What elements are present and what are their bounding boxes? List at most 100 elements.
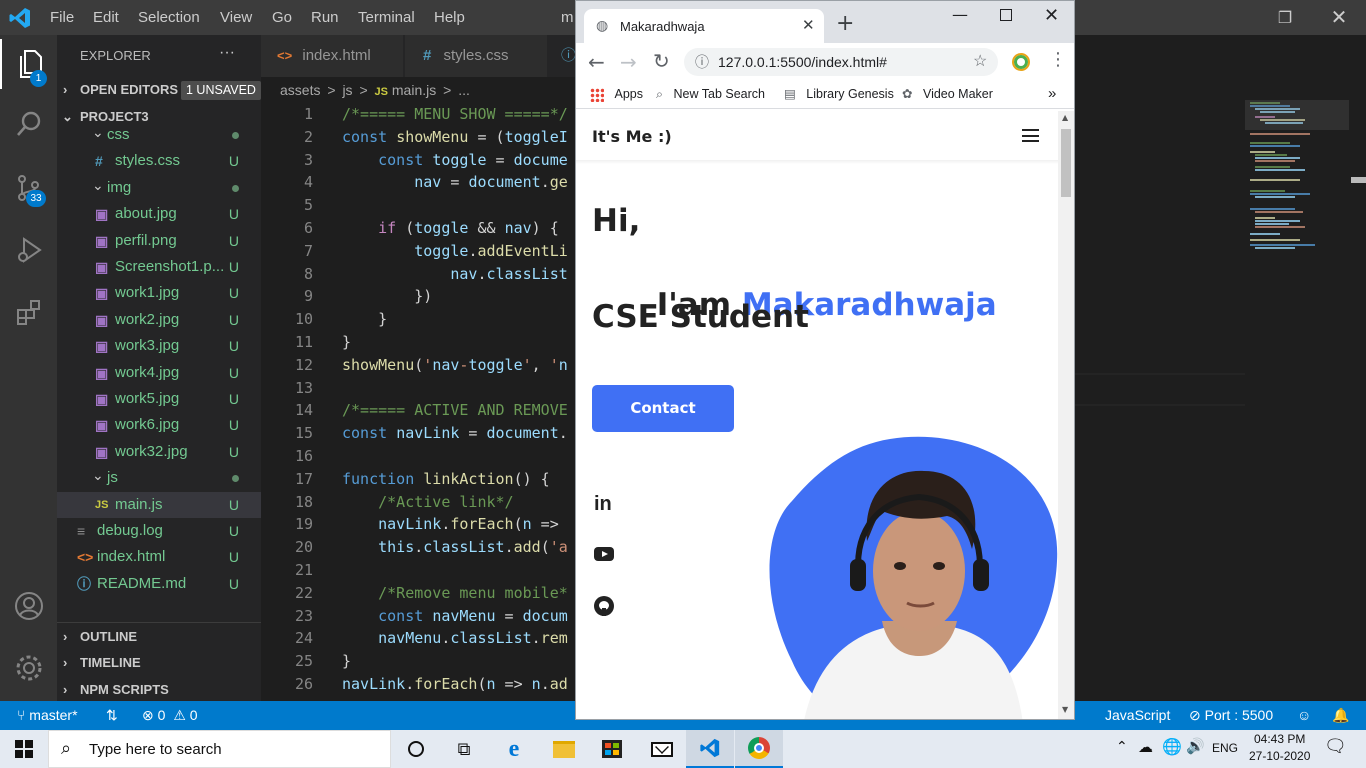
file-item[interactable]: # styles.css U bbox=[57, 148, 261, 174]
tab-styles-css[interactable]: # styles.css bbox=[405, 35, 547, 77]
bookmark-apps[interactable]: Apps bbox=[590, 81, 643, 109]
back-button[interactable]: ← bbox=[588, 50, 605, 74]
file-item[interactable]: ▣ work1.jpg U bbox=[57, 280, 261, 306]
cortana-icon[interactable] bbox=[392, 730, 440, 768]
code-line[interactable]: navLink.forEach(n => bbox=[342, 513, 559, 536]
file-item[interactable]: ▣ Screenshot1.p... U bbox=[57, 254, 261, 280]
menu-go[interactable]: Go bbox=[272, 0, 292, 35]
language-indicator[interactable]: ENG bbox=[1212, 741, 1238, 755]
problems-status[interactable]: ⊗ 0 ⚠ 0 bbox=[142, 701, 198, 730]
menu-selection[interactable]: Selection bbox=[138, 0, 200, 35]
code-line[interactable]: /*Remove menu mobile* bbox=[342, 582, 568, 605]
menu-view[interactable]: View bbox=[220, 0, 252, 35]
tab-index-html[interactable]: <> index.html bbox=[261, 35, 403, 77]
code-line[interactable]: /*===== MENU SHOW =====*/ bbox=[342, 103, 568, 126]
folder-item[interactable]: ⌄ css bbox=[57, 122, 261, 148]
folder-item[interactable]: ⌄ js bbox=[57, 465, 261, 491]
star-icon[interactable]: ☆ bbox=[973, 48, 987, 76]
volume-icon[interactable]: 🔊 bbox=[1186, 737, 1205, 755]
chrome-taskbar-icon[interactable] bbox=[735, 730, 783, 768]
menu-help[interactable]: Help bbox=[434, 0, 465, 35]
bookmark-new-tab-search[interactable]: ⌕ New Tab Search bbox=[656, 81, 765, 109]
file-item[interactable]: JS main.js U bbox=[57, 491, 261, 518]
task-view-icon[interactable]: ⧉ bbox=[440, 730, 488, 768]
network-icon[interactable]: 🌐 bbox=[1162, 737, 1182, 756]
forward-button[interactable]: → bbox=[620, 50, 637, 74]
file-explorer-icon[interactable] bbox=[540, 730, 588, 768]
clock-date[interactable]: 27-10-2020 bbox=[1249, 749, 1310, 763]
breadcrumb-more[interactable]: ... bbox=[458, 82, 470, 98]
menu-run[interactable]: Run bbox=[311, 0, 339, 35]
new-tab-button[interactable]: + bbox=[836, 13, 854, 35]
extensions-activity[interactable] bbox=[0, 287, 57, 337]
file-item[interactable]: ▣ about.jpg U bbox=[57, 201, 261, 227]
code-line[interactable]: nav = document.ge bbox=[342, 171, 568, 194]
github-icon[interactable] bbox=[594, 596, 614, 616]
vscode-taskbar-icon[interactable] bbox=[686, 730, 734, 768]
code-line[interactable]: showMenu('nav-toggle', 'n bbox=[342, 354, 568, 377]
sync-icon[interactable]: ⇅ bbox=[106, 701, 118, 730]
contact-button[interactable]: Contact bbox=[592, 385, 734, 432]
reload-button[interactable]: ↻ bbox=[653, 49, 670, 73]
youtube-icon[interactable] bbox=[594, 547, 614, 561]
restore-button[interactable]: ❐ bbox=[1262, 0, 1308, 35]
code-line[interactable]: navLink.forEach(n => n.ad bbox=[342, 673, 568, 696]
address-bar[interactable]: ⓘ 127.0.0.1:5500/index.html# ☆ bbox=[684, 48, 998, 76]
file-item[interactable]: ▣ work4.jpg U bbox=[57, 360, 261, 386]
explorer-activity[interactable]: 1 bbox=[0, 39, 57, 89]
code-line[interactable]: if (toggle && nav) { bbox=[342, 217, 559, 240]
store-icon[interactable] bbox=[588, 730, 636, 768]
file-item[interactable]: ▣ work6.jpg U bbox=[57, 412, 261, 438]
close-browser-button[interactable]: ✕ bbox=[1044, 5, 1059, 26]
minimap[interactable] bbox=[1075, 35, 1366, 701]
notifications-icon[interactable]: 🔔 bbox=[1332, 701, 1349, 730]
code-line[interactable]: function linkAction() { bbox=[342, 468, 550, 491]
file-item[interactable]: ▣ work5.jpg U bbox=[57, 386, 261, 412]
show-hidden-icons[interactable]: ⌃ bbox=[1116, 739, 1128, 755]
run-activity[interactable] bbox=[0, 225, 57, 275]
close-window-button[interactable]: ✕ bbox=[1316, 0, 1362, 35]
file-item[interactable]: ▣ work2.jpg U bbox=[57, 307, 261, 333]
manage-activity[interactable] bbox=[0, 643, 57, 693]
folder-item[interactable]: ⌄ img bbox=[57, 175, 261, 201]
breadcrumb-assets[interactable]: assets bbox=[280, 82, 320, 98]
taskbar-search[interactable]: ⌕ Type here to search bbox=[48, 730, 391, 768]
scrollbar-thumb[interactable] bbox=[1061, 129, 1071, 197]
edge-icon[interactable]: e bbox=[490, 730, 538, 768]
menu-edit[interactable]: Edit bbox=[93, 0, 119, 35]
maximize-button[interactable] bbox=[1000, 9, 1012, 21]
bookmarks-overflow[interactable]: » bbox=[1048, 81, 1056, 109]
breadcrumb-js[interactable]: js bbox=[342, 82, 352, 98]
bookmark-video-maker[interactable]: ✿ Video Maker bbox=[902, 81, 993, 109]
language-mode[interactable]: JavaScript bbox=[1105, 701, 1170, 730]
file-item[interactable]: ▣ work32.jpg U bbox=[57, 439, 261, 465]
code-editor[interactable]: 1 /*===== MENU SHOW =====*/ 2 const showMen… bbox=[261, 100, 575, 700]
menu-file[interactable]: File bbox=[50, 0, 74, 35]
outline-section[interactable]: › OUTLINE bbox=[57, 624, 261, 650]
file-item[interactable]: ▣ work3.jpg U bbox=[57, 333, 261, 359]
site-brand[interactable]: It's Me :) bbox=[592, 127, 672, 146]
code-line[interactable]: const showMenu = (toggleI bbox=[342, 126, 568, 149]
code-line[interactable]: const navMenu = docum bbox=[342, 605, 568, 628]
code-line[interactable]: navMenu.classList.rem bbox=[342, 627, 568, 650]
close-tab-icon[interactable]: ✕ bbox=[802, 16, 815, 34]
page-scrollbar[interactable]: ▲ ▼ bbox=[1058, 111, 1074, 719]
code-line[interactable]: this.classList.add('a bbox=[342, 536, 568, 559]
extension-icon[interactable] bbox=[1012, 53, 1030, 71]
code-line[interactable]: } bbox=[342, 331, 351, 354]
file-item[interactable]: <> index.html U bbox=[57, 544, 261, 570]
hamburger-menu-icon[interactable] bbox=[1022, 129, 1039, 142]
bookmark-library-genesis[interactable]: ▤ Library Genesis bbox=[784, 81, 894, 109]
code-line[interactable]: /*===== ACTIVE AND REMOVE bbox=[342, 399, 568, 422]
feedback-icon[interactable]: ☺ bbox=[1297, 701, 1311, 730]
code-line[interactable]: } bbox=[342, 308, 387, 331]
code-line[interactable]: }) bbox=[342, 285, 432, 308]
file-item[interactable]: ▣ perfil.png U bbox=[57, 228, 261, 254]
timeline-section[interactable]: › TIMELINE bbox=[57, 650, 261, 676]
code-line[interactable]: } bbox=[342, 650, 351, 673]
code-line[interactable]: const toggle = docume bbox=[342, 149, 568, 172]
branch-status[interactable]: ⑂ master* bbox=[17, 701, 78, 730]
clock-time[interactable]: 04:43 PM bbox=[1254, 732, 1305, 746]
tab-info-icon[interactable]: ⓘ bbox=[561, 35, 576, 77]
code-line[interactable]: /*Active link*/ bbox=[342, 491, 513, 514]
